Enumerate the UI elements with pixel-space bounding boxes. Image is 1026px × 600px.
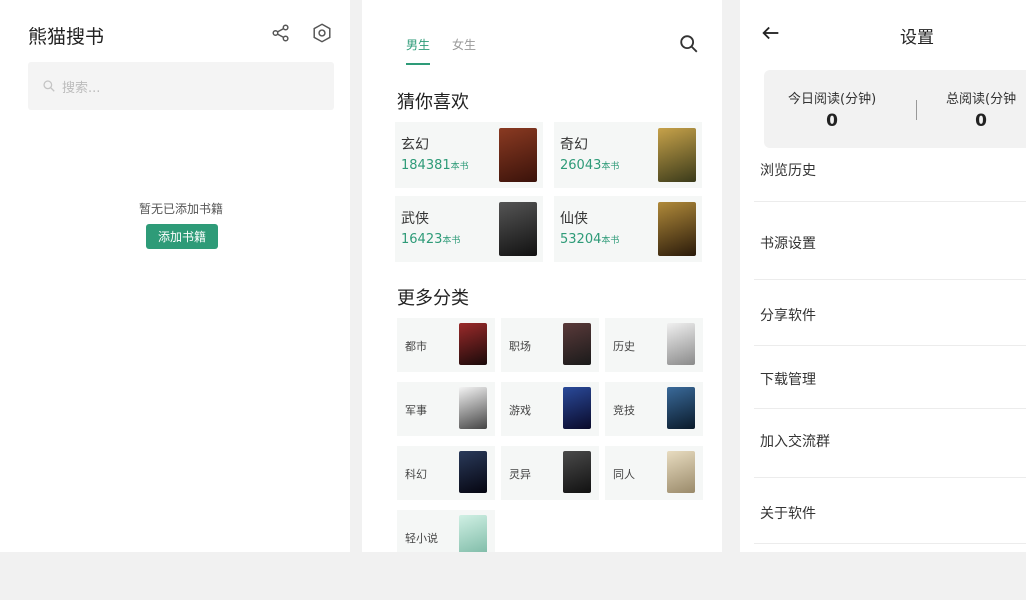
category-jingji[interactable]: 竞技 (605, 382, 703, 436)
category-name: 军事 (405, 404, 427, 417)
category-name: 科幻 (405, 468, 427, 481)
favorite-count: 53204 (560, 232, 602, 247)
favorite-card-xianxia[interactable]: 仙侠 53204本书 (554, 196, 702, 262)
category-name: 竞技 (613, 404, 635, 417)
category-youxi[interactable]: 游戏 (501, 382, 599, 436)
book-cover (499, 202, 537, 256)
book-cover (563, 451, 591, 493)
category-name: 都市 (405, 340, 427, 353)
stat-value: 0 (826, 111, 838, 131)
guess-section-title: 猜你喜欢 (397, 92, 469, 113)
book-cover (667, 387, 695, 429)
share-icon[interactable] (270, 22, 292, 44)
stat-divider (916, 100, 917, 120)
app-title: 熊猫搜书 (28, 26, 105, 48)
favorite-count: 184381 (401, 158, 451, 173)
book-cover (499, 128, 537, 182)
page-title: 设置 (900, 28, 934, 48)
category-name: 同人 (613, 468, 635, 481)
gender-tabs: 男生 女生 (406, 36, 476, 65)
category-name: 灵异 (509, 468, 531, 481)
tab-male[interactable]: 男生 (406, 36, 431, 65)
category-name: 轻小说 (405, 532, 438, 545)
favorite-card-xuanhuan[interactable]: 玄幻 184381本书 (395, 122, 543, 188)
total-reading-stat: 总阅读(分钟 0 (946, 88, 1016, 131)
category-kehuan[interactable]: 科幻 (397, 446, 495, 500)
search-placeholder: 搜索... (62, 80, 101, 96)
book-cover (667, 451, 695, 493)
category-zhichang[interactable]: 职场 (501, 318, 599, 372)
book-cover (667, 323, 695, 365)
divider (754, 345, 1026, 346)
search-icon (43, 80, 55, 92)
category-name: 游戏 (509, 404, 531, 417)
book-cover (459, 387, 487, 429)
favorite-name: 仙侠 (560, 211, 588, 227)
favorite-name: 武侠 (401, 211, 429, 227)
empty-state-text: 暂无已添加书籍 (138, 202, 223, 216)
add-book-button[interactable]: 添加书籍 (146, 224, 218, 249)
favorite-card-qihuan[interactable]: 奇幻 26043本书 (554, 122, 702, 188)
menu-item-about[interactable]: 关于软件 (760, 503, 1026, 523)
category-tongren[interactable]: 同人 (605, 446, 703, 500)
menu-item-downloads[interactable]: 下载管理 (760, 369, 1026, 389)
book-cover (563, 323, 591, 365)
favorite-card-wuxia[interactable]: 武侠 16423本书 (395, 196, 543, 262)
book-cover (459, 323, 487, 365)
discover-panel: 男生 女生 猜你喜欢 玄幻 184381本书 奇幻 26043本书 武侠 164… (362, 0, 722, 552)
stat-label: 今日阅读(分钟) (788, 92, 877, 107)
favorite-unit: 本书 (601, 236, 620, 246)
book-cover (563, 387, 591, 429)
favorite-unit: 本书 (442, 236, 461, 246)
back-arrow-icon[interactable] (760, 22, 782, 44)
menu-item-join-group[interactable]: 加入交流群 (760, 431, 1026, 451)
book-cover (459, 451, 487, 493)
reading-stats-card: 今日阅读(分钟) 0 总阅读(分钟 0 (764, 70, 1026, 148)
tab-female[interactable]: 女生 (452, 36, 476, 65)
bookshelf-panel: 熊猫搜书 搜索... 暂无已添加书籍 添加书籍 (0, 0, 350, 552)
book-cover (658, 202, 696, 256)
category-dushi[interactable]: 都市 (397, 318, 495, 372)
stat-value: 0 (975, 111, 987, 131)
menu-item-share-app[interactable]: 分享软件 (760, 305, 1026, 325)
more-section-title: 更多分类 (397, 288, 469, 309)
book-cover (658, 128, 696, 182)
gear-icon[interactable] (311, 22, 333, 44)
favorite-count: 16423 (401, 232, 443, 247)
favorite-unit: 本书 (601, 162, 620, 172)
category-lishi[interactable]: 历史 (605, 318, 703, 372)
menu-item-history[interactable]: 浏览历史 (760, 160, 1026, 180)
category-junshi[interactable]: 军事 (397, 382, 495, 436)
menu-item-source-settings[interactable]: 书源设置 (760, 233, 1026, 253)
divider (754, 477, 1026, 478)
search-input[interactable]: 搜索... (28, 62, 334, 110)
today-reading-stat: 今日阅读(分钟) 0 (788, 88, 876, 131)
stat-label: 总阅读(分钟 (946, 92, 1017, 107)
category-name: 历史 (613, 340, 635, 353)
favorite-name: 玄幻 (401, 137, 429, 153)
favorite-unit: 本书 (450, 162, 469, 172)
favorite-count: 26043 (560, 158, 602, 173)
category-name: 职场 (509, 340, 531, 353)
divider (754, 408, 1026, 409)
category-qingxiaoshuo[interactable]: 轻小说 (397, 510, 495, 552)
search-icon[interactable] (678, 33, 700, 55)
category-lingyi[interactable]: 灵异 (501, 446, 599, 500)
divider (754, 279, 1026, 280)
book-cover (459, 515, 487, 552)
favorite-name: 奇幻 (560, 137, 588, 153)
settings-panel: 设置 今日阅读(分钟) 0 总阅读(分钟 0 浏览历史 书源设置 分享软件 下载… (740, 0, 1026, 552)
divider (754, 201, 1026, 202)
divider (754, 543, 1026, 544)
